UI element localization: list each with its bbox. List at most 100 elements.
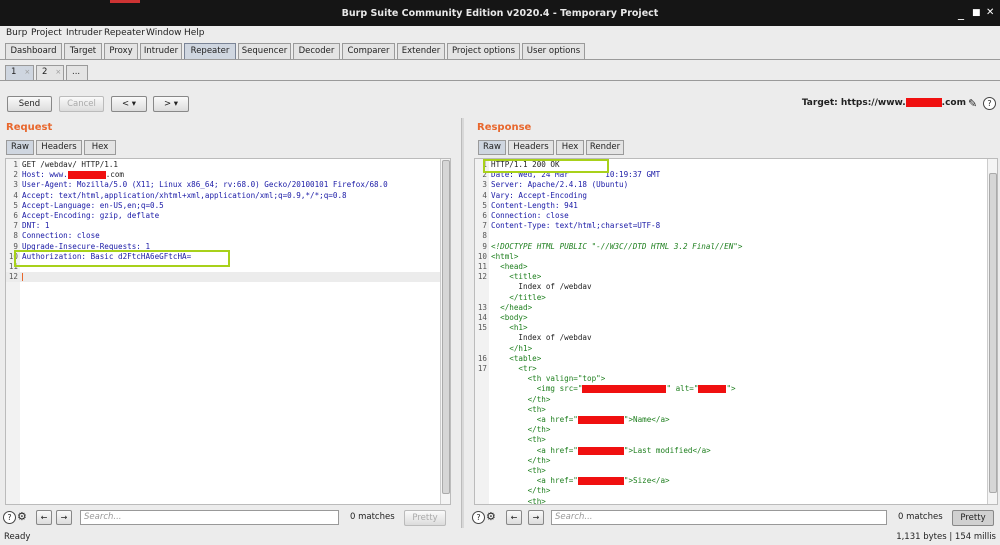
request-line: 3 User-Agent: Mozilla/5.0 (X11; Linux x86… bbox=[13, 180, 388, 190]
menu-burp[interactable]: Burp bbox=[6, 28, 27, 38]
response-line: Index of /webdav bbox=[491, 333, 592, 343]
tab-extender[interactable]: Extender bbox=[397, 43, 445, 59]
repeater-tab-label: 1 bbox=[11, 67, 17, 77]
request-line: 7 DNT: 1 bbox=[13, 221, 50, 231]
taskbar-indicator bbox=[110, 0, 140, 3]
redaction bbox=[905, 98, 942, 107]
help-icon[interactable]: ? bbox=[472, 511, 485, 524]
repeater-tab-2[interactable]: 2 × bbox=[36, 65, 64, 80]
response-tab-hex[interactable]: Hex bbox=[556, 140, 584, 155]
response-line: Index of /webdav bbox=[491, 282, 592, 292]
response-line: 12 <title> bbox=[477, 272, 542, 282]
close-icon[interactable]: ✕ bbox=[986, 7, 994, 18]
response-match-count: 0 matches bbox=[898, 512, 943, 522]
response-line: 16 <table> bbox=[477, 353, 542, 363]
response-line: <th> bbox=[491, 435, 546, 445]
request-scroll-thumb[interactable] bbox=[442, 160, 450, 494]
status-line-highlight bbox=[483, 159, 609, 173]
response-line: 15 <h1> bbox=[477, 323, 528, 333]
request-view-tabs: Raw Headers Hex bbox=[6, 140, 456, 156]
target-suffix: .com bbox=[941, 98, 966, 108]
menu-window[interactable]: Window bbox=[146, 28, 182, 38]
tab-decoder[interactable]: Decoder bbox=[293, 43, 340, 59]
response-line: 8 bbox=[482, 231, 487, 241]
request-line: 5 Accept-Language: en-US,en;q=0.5 bbox=[13, 200, 164, 210]
response-tab-raw[interactable]: Raw bbox=[478, 140, 506, 155]
redaction bbox=[577, 416, 624, 424]
menu-intruder[interactable]: Intruder bbox=[66, 28, 102, 38]
response-line: </title> bbox=[491, 292, 546, 302]
request-scrollbar[interactable] bbox=[440, 159, 450, 504]
forward-button[interactable]: > ▾ bbox=[153, 96, 189, 112]
response-stats: 1,131 bytes | 154 millis bbox=[896, 532, 996, 542]
redaction bbox=[698, 385, 727, 394]
response-tab-render[interactable]: Render bbox=[586, 140, 624, 155]
request-tab-hex[interactable]: Hex bbox=[84, 140, 116, 155]
response-line: 10 <html> bbox=[477, 251, 519, 261]
menu-repeater[interactable]: Repeater bbox=[104, 28, 145, 38]
response-scrollbar[interactable] bbox=[987, 159, 997, 504]
back-button[interactable]: < ▾ bbox=[111, 96, 147, 112]
tab-comparer[interactable]: Comparer bbox=[342, 43, 395, 59]
request-editor[interactable]: 1 GET /webdav/ HTTP/1.1 2 Host: www. .com 3… bbox=[5, 158, 451, 505]
request-tab-headers[interactable]: Headers bbox=[36, 140, 82, 155]
request-tab-raw[interactable]: Raw bbox=[6, 140, 34, 155]
request-search-input[interactable]: Search... bbox=[80, 510, 339, 525]
request-line: 4 Accept: text/html,application/xhtml+xml… bbox=[13, 190, 347, 200]
response-pretty-button[interactable]: Pretty bbox=[952, 510, 994, 526]
response-line: <img src=" " alt=" "> bbox=[491, 384, 736, 394]
maximize-icon[interactable]: ■ bbox=[972, 8, 981, 18]
main-tab-bar: Dashboard Target Proxy Intruder Repeater… bbox=[0, 42, 1000, 60]
tab-project-options[interactable]: Project options bbox=[447, 43, 520, 59]
close-tab-icon[interactable]: × bbox=[24, 68, 30, 76]
edit-icon[interactable]: ✎ bbox=[968, 97, 977, 110]
help-icon[interactable]: ? bbox=[3, 511, 16, 524]
response-tab-headers[interactable]: Headers bbox=[508, 140, 554, 155]
panel-divider[interactable] bbox=[461, 118, 464, 528]
menu-bar: Burp Project Intruder Repeater Window He… bbox=[0, 26, 1000, 41]
tab-intruder[interactable]: Intruder bbox=[140, 43, 182, 59]
tab-dashboard[interactable]: Dashboard bbox=[5, 43, 62, 59]
tab-target[interactable]: Target bbox=[64, 43, 102, 59]
search-next-button[interactable]: → bbox=[56, 510, 72, 525]
search-prev-button[interactable]: ← bbox=[506, 510, 522, 525]
authorization-highlight bbox=[14, 250, 230, 267]
response-line: 14 <body> bbox=[477, 313, 528, 322]
response-line: 17 <tr> bbox=[477, 364, 537, 373]
search-next-button[interactable]: → bbox=[528, 510, 544, 525]
help-icon[interactable]: ? bbox=[983, 97, 996, 110]
tab-proxy[interactable]: Proxy bbox=[104, 43, 138, 59]
response-line: </th> bbox=[491, 425, 551, 435]
response-line: <a href=" ">Name</a> bbox=[491, 415, 670, 424]
tab-repeater[interactable]: Repeater bbox=[184, 43, 236, 59]
tab-sequencer[interactable]: Sequencer bbox=[238, 43, 291, 59]
new-repeater-tab[interactable]: ... bbox=[66, 65, 88, 80]
request-line: 1 GET /webdav/ HTTP/1.1 bbox=[13, 160, 119, 169]
response-line: 7 Content-Type: text/html;charset=UTF-8 bbox=[482, 221, 661, 231]
response-view-tabs: Raw Headers Hex Render bbox=[478, 140, 928, 156]
search-prev-button[interactable]: ← bbox=[36, 510, 52, 525]
response-search-input[interactable]: Search... bbox=[551, 510, 887, 525]
request-line: 6 Accept-Encoding: gzip, deflate bbox=[13, 211, 160, 220]
response-line: <th> bbox=[491, 404, 546, 414]
response-line: </th> bbox=[491, 394, 551, 404]
response-line: <th valign="top"> bbox=[491, 374, 606, 384]
response-line: 3 Server: Apache/2.4.18 (Ubuntu) bbox=[482, 180, 629, 190]
minimize-icon[interactable]: _ bbox=[958, 6, 964, 20]
repeater-tab-label: 2 bbox=[42, 67, 48, 77]
request-pretty-button[interactable]: Pretty bbox=[404, 510, 446, 526]
menu-help[interactable]: Help bbox=[184, 28, 205, 38]
gear-icon[interactable]: ⚙ bbox=[17, 510, 27, 523]
response-scroll-thumb[interactable] bbox=[989, 173, 997, 493]
response-editor[interactable]: 1 HTTP/1.1 200 OK 2 Date: Wed, 24 Mar 10:19… bbox=[474, 158, 998, 505]
target-label: Target: https://www. bbox=[801, 98, 906, 108]
cancel-button[interactable]: Cancel bbox=[59, 96, 104, 112]
menu-project[interactable]: Project bbox=[31, 28, 62, 38]
tab-user-options[interactable]: User options bbox=[522, 43, 585, 59]
send-button[interactable]: Send bbox=[7, 96, 52, 112]
response-line: 6 Connection: close bbox=[482, 211, 569, 220]
close-tab-icon[interactable]: × bbox=[55, 68, 61, 76]
repeater-tab-1[interactable]: 1 × bbox=[5, 65, 34, 80]
window-title: Burp Suite Community Edition v2020.4 - T… bbox=[341, 8, 659, 19]
gear-icon[interactable]: ⚙ bbox=[486, 510, 496, 523]
